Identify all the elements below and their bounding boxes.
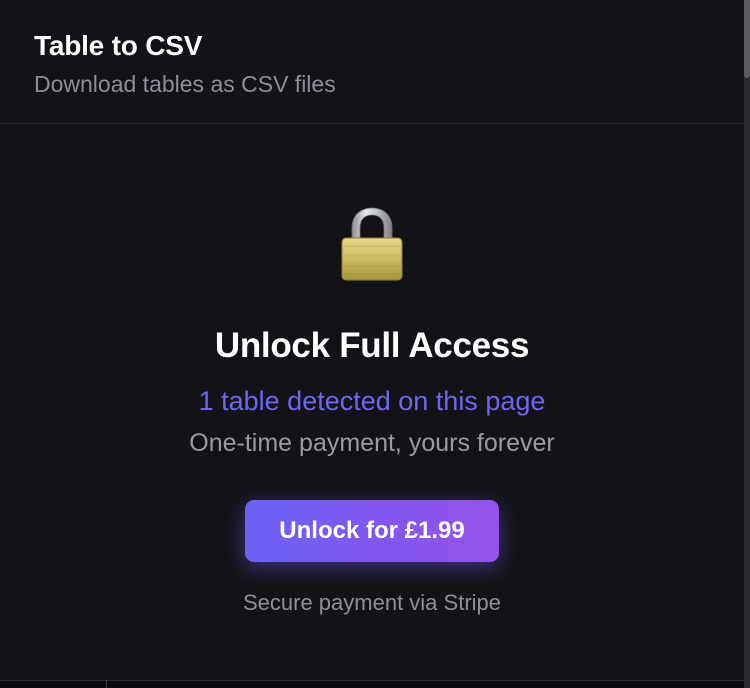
- unlock-panel: Unlock Full Access 1 table detected on t…: [0, 124, 744, 680]
- payment-note: One-time payment, yours forever: [189, 429, 555, 457]
- app-title: Table to CSV: [34, 30, 203, 61]
- popup-header: Table to CSV Download tables as CSV file…: [0, 0, 744, 124]
- unlock-heading: Unlock Full Access: [214, 326, 530, 365]
- app-subtitle: Download tables as CSV files: [34, 71, 336, 97]
- lock-icon: [341, 207, 403, 281]
- scrollbar-track[interactable]: [744, 0, 750, 688]
- extension-popup: Table to CSV Download tables as CSV file…: [0, 0, 744, 688]
- page-bottom-edge: [0, 680, 744, 688]
- bottom-divider: [106, 680, 107, 688]
- tables-detected-text: 1 table detected on this page: [198, 386, 546, 416]
- secure-payment-note: Secure payment via Stripe: [242, 590, 502, 615]
- unlock-button[interactable]: Unlock for £1.99: [245, 500, 499, 562]
- scrollbar-thumb[interactable]: [744, 0, 750, 78]
